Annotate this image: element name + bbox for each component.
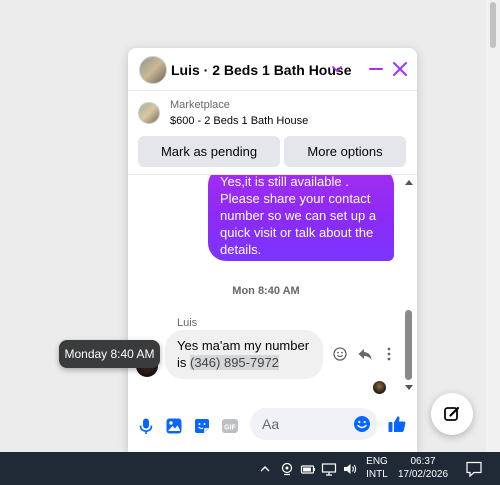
chat-title[interactable]: Luis · 2 Beds 1 Bath House [171, 62, 351, 78]
notifications-icon[interactable] [465, 460, 483, 478]
language-code: ENG [366, 456, 388, 467]
keyboard-layout: INTL [366, 469, 388, 480]
react-icon[interactable] [333, 347, 347, 361]
minimize-icon[interactable] [368, 61, 384, 77]
phone-number[interactable]: (346) 895-7972 [190, 355, 279, 370]
timestamp-tooltip: Monday 8:40 AM [59, 340, 160, 368]
message-composer: GIF [128, 404, 417, 452]
compose-icon [444, 406, 460, 421]
chat-window: Luis · 2 Beds 1 Bath House Marketplace $… [128, 48, 417, 452]
battery-icon[interactable] [300, 461, 316, 477]
chevron-up-icon[interactable] [257, 461, 273, 477]
photo-icon[interactable] [165, 417, 183, 435]
emoji-icon[interactable] [353, 415, 371, 433]
clock[interactable]: 06:37 17/02/2026 [394, 455, 452, 481]
webcam-icon[interactable] [279, 461, 295, 477]
scroll-up-arrow-icon[interactable] [405, 180, 413, 185]
gif-icon[interactable]: GIF [221, 417, 239, 435]
chat-header: Luis · 2 Beds 1 Bath House [128, 48, 417, 91]
chevron-down-icon[interactable] [331, 64, 343, 74]
scroll-down-arrow-icon[interactable] [405, 385, 413, 390]
new-message-button[interactable] [431, 393, 473, 435]
clock-time: 06:37 [410, 456, 436, 467]
outgoing-message[interactable]: Yes,it is still available . Please share… [208, 175, 394, 261]
page-scrollbar-thumb[interactable] [490, 2, 496, 48]
listing-title: $600 - 2 Beds 1 Bath House [170, 115, 309, 127]
time-separator: Mon 8:40 AM [232, 285, 300, 297]
svg-text:GIF: GIF [224, 425, 236, 432]
mark-as-pending-button[interactable]: Mark as pending [138, 136, 280, 167]
marketplace-listing[interactable]: Marketplace $600 - 2 Beds 1 Bath House [128, 92, 417, 130]
message-list: Yes,it is still available . Please share… [128, 174, 417, 398]
more-options-button[interactable]: More options [284, 136, 406, 167]
microphone-icon[interactable] [137, 417, 155, 435]
incoming-message[interactable]: Yes ma'am my number is (346) 895-7972 [165, 330, 323, 379]
close-icon[interactable] [392, 61, 408, 77]
chat-scrollbar[interactable] [403, 174, 415, 398]
clock-date: 17/02/2026 [397, 469, 449, 480]
volume-icon[interactable] [342, 461, 358, 477]
thumbs-up-icon[interactable] [387, 414, 407, 434]
marketplace-label: Marketplace [170, 99, 230, 111]
language-indicator[interactable]: ENG INTL [366, 455, 388, 481]
listing-avatar[interactable] [139, 56, 167, 84]
listing-thumbnail [138, 102, 160, 124]
taskbar: ENG INTL 06:37 17/02/2026 [0, 452, 500, 485]
reply-icon[interactable] [357, 346, 373, 362]
sticker-icon[interactable] [193, 417, 211, 435]
chat-scrollbar-thumb[interactable] [405, 310, 412, 380]
page-scrollbar[interactable] [486, 0, 500, 452]
more-dots-icon[interactable] [383, 346, 395, 362]
seen-receipt-avatar [373, 381, 386, 394]
sender-name: Luis [177, 317, 198, 329]
network-icon[interactable] [321, 461, 337, 477]
